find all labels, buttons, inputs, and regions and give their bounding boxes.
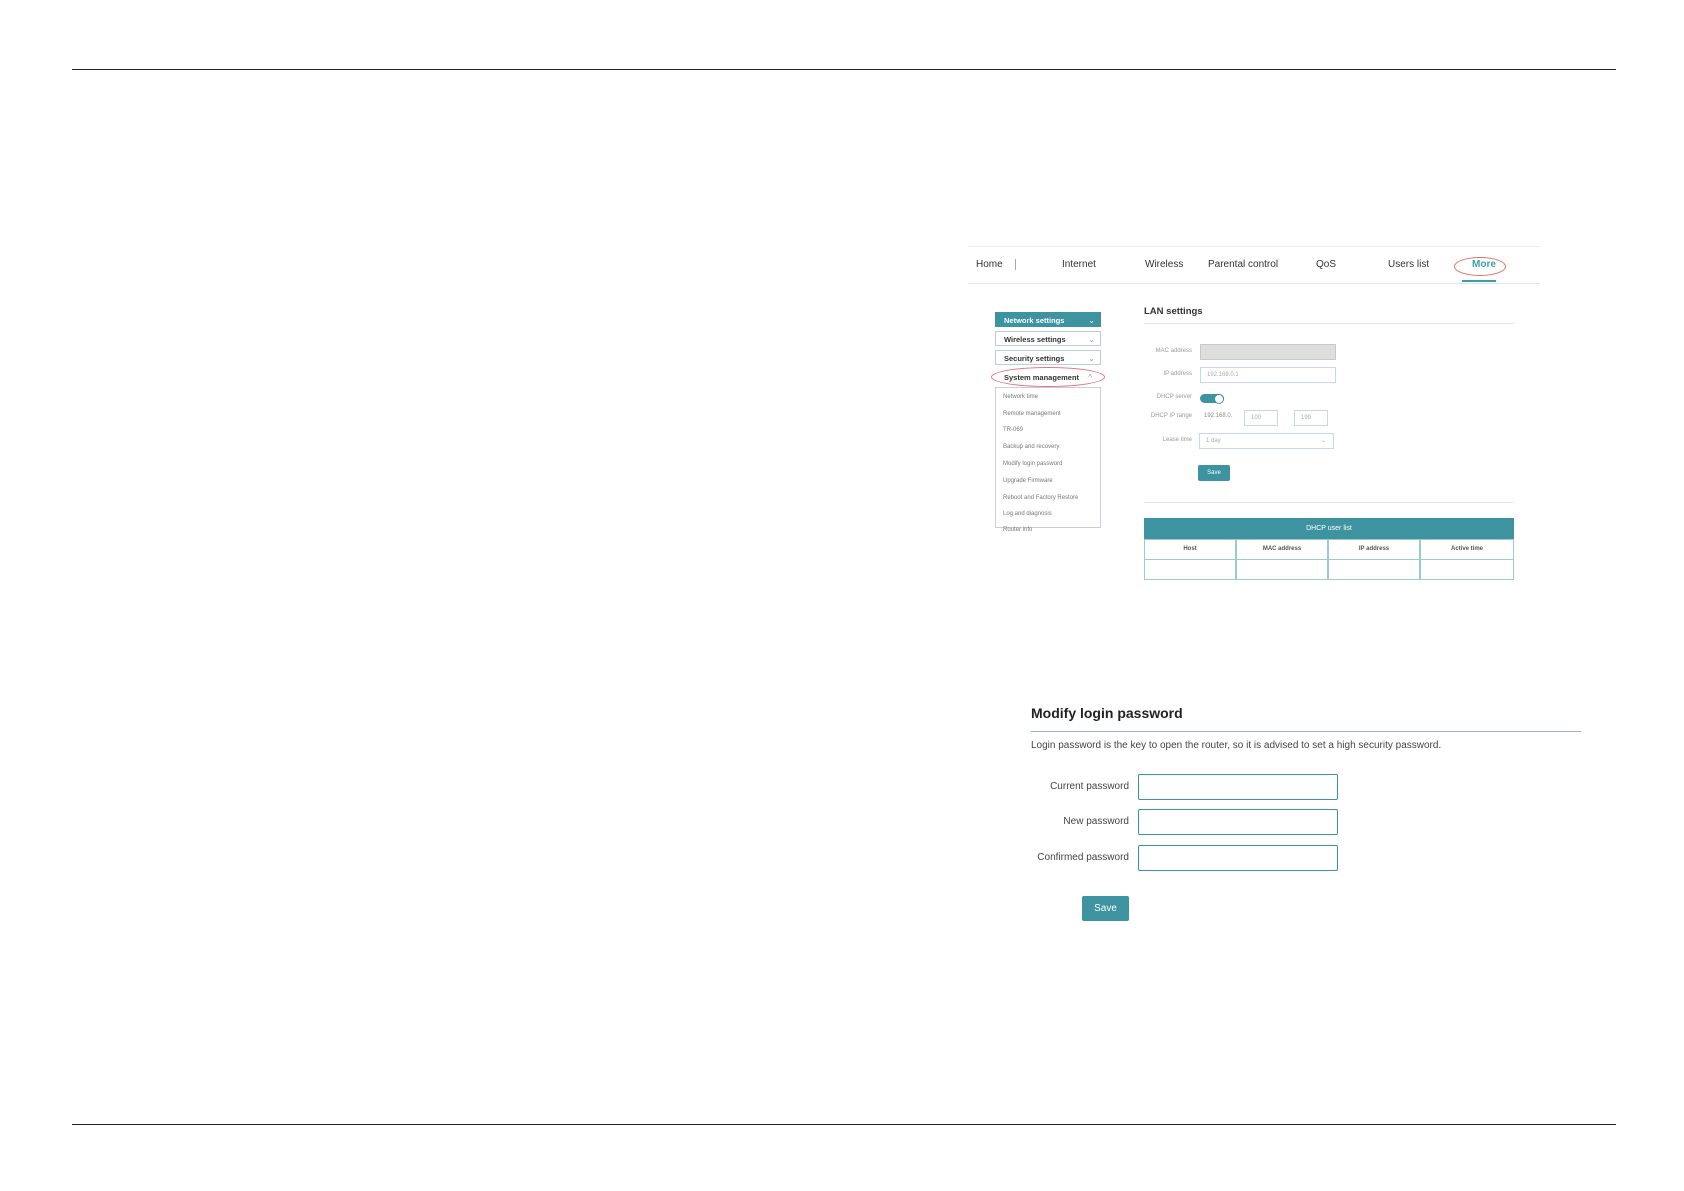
current-password-field[interactable] bbox=[1138, 774, 1338, 800]
mac-address-label: MAC address bbox=[1155, 348, 1192, 354]
highlight-circle-more bbox=[1454, 257, 1506, 276]
sidebar-item-security-settings[interactable]: Security settings ⌄ bbox=[995, 350, 1101, 365]
dhcp-ip-range-label: DHCP IP range bbox=[1150, 413, 1192, 419]
sidebar-item-label: Security settings bbox=[1004, 354, 1065, 363]
submenu-item[interactable]: Upgrade Firmware bbox=[1003, 478, 1053, 484]
dhcp-user-list-title: DHCP user list bbox=[1144, 518, 1514, 539]
table-cell bbox=[1328, 560, 1420, 580]
sidebar-item-network-settings[interactable]: Network settings ⌄ bbox=[995, 312, 1101, 327]
divider bbox=[1031, 731, 1581, 732]
sidebar-item-label: Network settings bbox=[1004, 316, 1065, 325]
page-title: Modify login password bbox=[1031, 705, 1183, 721]
sidebar-item-label: Wireless settings bbox=[1004, 335, 1066, 344]
lease-time-label: Lease time bbox=[1162, 437, 1192, 443]
chevron-down-icon: ⌄ bbox=[1088, 354, 1095, 363]
submenu-item[interactable]: Modify login password bbox=[1003, 461, 1062, 467]
bottom-rule bbox=[72, 1124, 1616, 1125]
top-rule bbox=[72, 69, 1616, 70]
nav-parental-control[interactable]: Parental control bbox=[1208, 259, 1278, 270]
current-password-label: Current password bbox=[1050, 781, 1129, 792]
chevron-down-icon: ⌄ bbox=[1088, 316, 1095, 325]
router-admin-screenshot: Home Internet Wireless Parental control … bbox=[968, 246, 1540, 590]
description-text: Login password is the key to open the ro… bbox=[1031, 740, 1442, 751]
dhcp-range-start-input[interactable]: 100 bbox=[1244, 410, 1278, 426]
nav-internet[interactable]: Internet bbox=[1062, 259, 1096, 270]
submenu-item[interactable]: Network time bbox=[1003, 394, 1038, 400]
lan-save-button[interactable]: Save bbox=[1198, 465, 1230, 481]
chevron-down-icon: ⌄ bbox=[1320, 438, 1326, 444]
confirmed-password-field[interactable] bbox=[1138, 845, 1338, 871]
dhcp-range-prefix: 192.168.0. bbox=[1204, 413, 1233, 419]
column-header-mac-address: MAC address bbox=[1236, 539, 1328, 560]
new-password-field[interactable] bbox=[1138, 809, 1338, 835]
confirmed-password-label: Confirmed password bbox=[1037, 852, 1129, 863]
chevron-down-icon: ⌄ bbox=[1088, 335, 1095, 344]
highlight-circle-system-management bbox=[991, 367, 1105, 387]
save-button[interactable]: Save bbox=[1082, 896, 1129, 921]
submenu-item[interactable]: TR-069 bbox=[1003, 427, 1023, 433]
submenu-item[interactable]: Backup and recovery bbox=[1003, 444, 1059, 450]
ip-address-input[interactable]: 192.168.0.1 bbox=[1200, 367, 1336, 383]
column-header-active-time: Active time bbox=[1420, 539, 1514, 560]
nav-qos[interactable]: QoS bbox=[1316, 259, 1336, 270]
nav-home[interactable]: Home bbox=[976, 259, 1003, 270]
lease-time-select[interactable]: 1 day ⌄ bbox=[1199, 433, 1334, 449]
dhcp-range-end-input[interactable]: 199 bbox=[1294, 410, 1328, 426]
submenu-item[interactable]: Router info bbox=[1003, 527, 1032, 533]
nav-users-list[interactable]: Users list bbox=[1388, 259, 1429, 270]
new-password-label: New password bbox=[1063, 816, 1129, 827]
dhcp-server-label: DHCP server bbox=[1156, 394, 1192, 400]
table-cell bbox=[1236, 560, 1328, 580]
divider bbox=[1144, 323, 1514, 324]
system-management-submenu: Network time Remote management TR-069 Ba… bbox=[995, 387, 1101, 533]
mac-address-field bbox=[1200, 344, 1336, 360]
table-cell bbox=[1420, 560, 1514, 580]
divider bbox=[1144, 502, 1514, 503]
column-header-host: Host bbox=[1144, 539, 1236, 560]
nav-wireless[interactable]: Wireless bbox=[1145, 259, 1183, 270]
lan-settings-title: LAN settings bbox=[1144, 306, 1203, 317]
submenu-item[interactable]: Reboot and Factory Restore bbox=[1003, 495, 1078, 501]
submenu-item[interactable]: Log and diagnosis bbox=[1003, 511, 1052, 517]
table-cell bbox=[1144, 560, 1236, 580]
column-header-ip-address: IP address bbox=[1328, 539, 1420, 560]
top-navigation: Home Internet Wireless Parental control … bbox=[968, 246, 1540, 284]
nav-separator bbox=[1015, 259, 1016, 270]
nav-active-underline bbox=[1462, 280, 1496, 282]
ip-address-label: IP address bbox=[1163, 371, 1192, 377]
lease-time-value: 1 day bbox=[1206, 438, 1221, 444]
submenu-item[interactable]: Remote management bbox=[1003, 411, 1061, 417]
modify-password-screenshot: Modify login password Login password is … bbox=[1025, 700, 1585, 930]
dhcp-server-toggle[interactable] bbox=[1200, 394, 1224, 404]
sidebar-item-wireless-settings[interactable]: Wireless settings ⌄ bbox=[995, 331, 1101, 346]
